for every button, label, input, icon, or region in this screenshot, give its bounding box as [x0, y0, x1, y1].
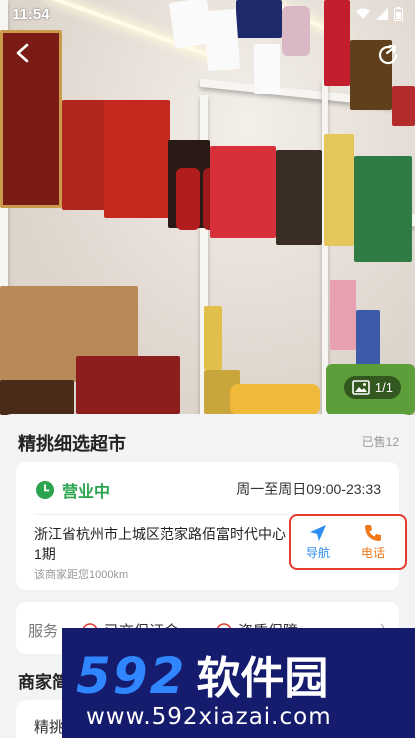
- product-box: [104, 100, 170, 218]
- watermark-logo: 592 软件园: [76, 642, 328, 706]
- system-icons: [356, 7, 403, 21]
- product-box: [210, 146, 276, 238]
- watermark-number: 592: [76, 647, 187, 705]
- call-label: 电话: [360, 546, 385, 560]
- watermark-url: www.592xiazai.com: [86, 704, 332, 730]
- watermark-banner: 592 软件园 www.592xiazai.com: [62, 628, 415, 738]
- status-time: 11:54: [12, 6, 50, 23]
- intro-card-label: 精挑: [34, 719, 65, 736]
- shop-distance: 该商家距您1000km: [34, 569, 129, 581]
- product-box: [324, 134, 354, 246]
- photo-counter-text: 1/1: [374, 380, 393, 395]
- product-box: [276, 150, 322, 245]
- product-box: [204, 306, 222, 370]
- service-label: 服务: [28, 623, 59, 640]
- open-status-text: 营业中: [62, 484, 111, 501]
- product-box: [354, 156, 412, 262]
- product-can: [176, 168, 200, 230]
- status-bar: 11:54: [0, 0, 415, 30]
- open-status: 营业中: [36, 478, 110, 502]
- call-button[interactable]: 电话: [351, 522, 395, 561]
- contact-actions: 导航 电话: [289, 514, 407, 570]
- signal-icon: [376, 8, 388, 20]
- navigate-label: 导航: [305, 546, 330, 560]
- product-box: [0, 380, 74, 415]
- product-box: [356, 310, 380, 370]
- wifi-icon: [356, 8, 370, 19]
- photo-counter[interactable]: 1/1: [343, 376, 401, 399]
- business-hours: 周一至周日09:00-23:33: [236, 481, 381, 497]
- shop-name: 精挑细选超市: [18, 434, 126, 454]
- shop-photo[interactable]: 11:54 1/1: [0, 0, 415, 415]
- battery-icon: [394, 7, 403, 21]
- product-box: [330, 280, 356, 350]
- image-icon: [352, 380, 370, 395]
- watermark-text: 软件园: [196, 653, 329, 704]
- product-box: [62, 100, 108, 210]
- navigation-arrow-icon: [310, 525, 326, 541]
- clock-icon: [36, 481, 54, 499]
- price-tag: [254, 44, 280, 94]
- product-box: [76, 356, 180, 414]
- back-arrow-icon: [16, 43, 29, 63]
- phone-icon: [365, 525, 381, 541]
- shop-address[interactable]: 浙江省杭州市上城区范家路佰富时代中心 1期: [34, 524, 296, 564]
- navigate-button[interactable]: 导航: [296, 522, 340, 561]
- product-box: [392, 86, 415, 126]
- sold-count: 已售12: [361, 435, 399, 449]
- shop-info-card: 营业中 周一至周日09:00-23:33 浙江省杭州市上城区范家路佰富时代中心 …: [16, 462, 407, 590]
- snack-bag: [230, 384, 320, 415]
- back-button[interactable]: [6, 36, 40, 70]
- share-button[interactable]: [371, 38, 405, 72]
- share-icon: [378, 44, 398, 65]
